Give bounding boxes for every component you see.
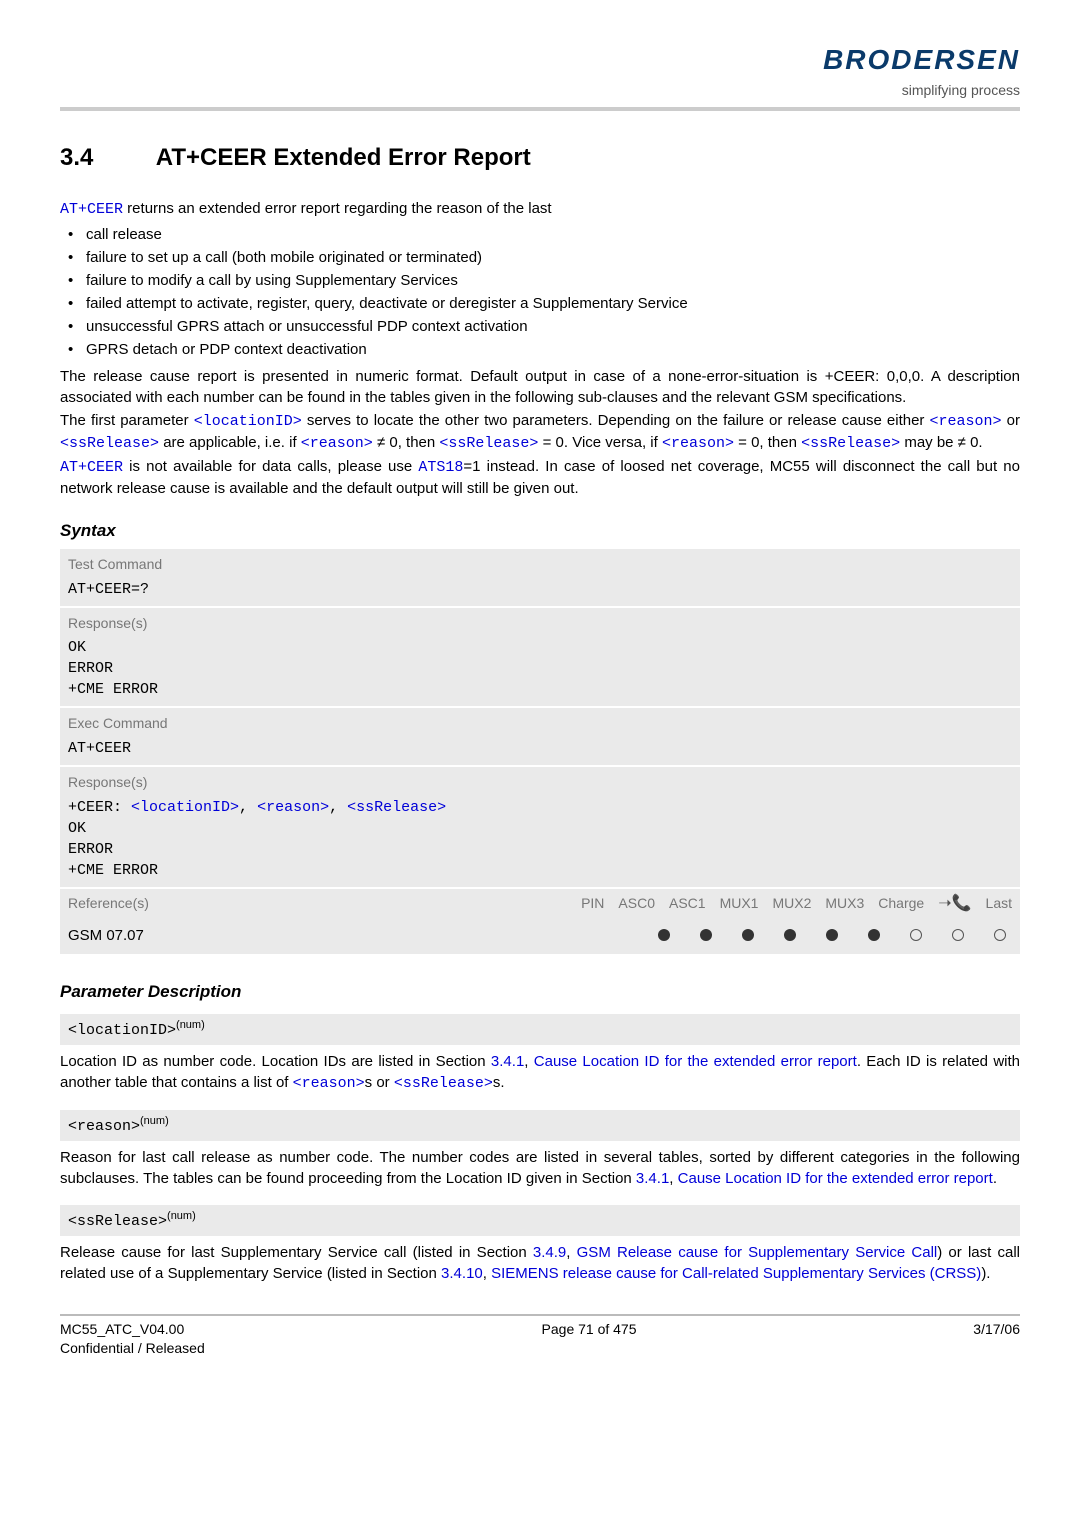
section-link-349[interactable]: 3.4.9 xyxy=(533,1244,566,1261)
section-link-siemens-release[interactable]: SIEMENS release cause for Call-related S… xyxy=(491,1265,981,1282)
page-footer: MC55_ATC_V04.00 Confidential / Released … xyxy=(60,1316,1020,1359)
param-locationid[interactable]: <locationID> xyxy=(131,799,239,816)
list-item: call release xyxy=(60,224,1020,245)
list-item: GPRS detach or PDP context deactivation xyxy=(60,339,1020,360)
support-dot-filled xyxy=(826,929,838,941)
param-reason[interactable]: <reason> xyxy=(293,1075,365,1092)
support-dot-open xyxy=(910,929,922,941)
intro-lead: AT+CEER returns an extended error report… xyxy=(60,198,1020,220)
test-command-label: Test Command xyxy=(60,549,1020,577)
param-ssrelease[interactable]: <ssRelease> xyxy=(801,435,900,452)
ref-col: ASC1 xyxy=(669,894,706,914)
reference-label: Reference(s) xyxy=(68,894,581,914)
logo-brand: BRODERSEN xyxy=(60,40,1020,79)
footer-center: Page 71 of 475 xyxy=(542,1320,637,1359)
param-ssrelease[interactable]: <ssRelease> xyxy=(347,799,446,816)
ref-col: MUX1 xyxy=(720,894,759,914)
cmd-atceer[interactable]: AT+CEER xyxy=(60,459,123,476)
param-ssrelease[interactable]: <ssRelease> xyxy=(394,1075,493,1092)
param-locationid-body: Location ID as number code. Location IDs… xyxy=(60,1051,1020,1094)
param-reason[interactable]: <reason> xyxy=(662,435,734,452)
list-item: failure to modify a call by using Supple… xyxy=(60,270,1020,291)
logo-tagline: simplifying process xyxy=(60,81,1020,101)
section-heading: 3.4 AT+CEER Extended Error Report xyxy=(60,141,1020,175)
support-dot-filled xyxy=(700,929,712,941)
ref-col: Last xyxy=(986,894,1012,914)
test-command-block: Test Command AT+CEER=? xyxy=(60,549,1020,606)
support-dot-open xyxy=(952,929,964,941)
intro-bullet-list: call release failure to set up a call (b… xyxy=(60,224,1020,360)
ref-col: ASC0 xyxy=(618,894,655,914)
intro-para-1: The release cause report is presented in… xyxy=(60,366,1020,408)
exec-command-block: Exec Command AT+CEER xyxy=(60,708,1020,765)
param-box-locationid: <locationID>(num) xyxy=(60,1014,1020,1045)
reference-value-row: GSM 07.07 xyxy=(60,919,1020,954)
support-dot-open xyxy=(994,929,1006,941)
section-link-gsm-release[interactable]: GSM Release cause for Supplementary Serv… xyxy=(577,1244,938,1261)
footer-right: 3/17/06 xyxy=(973,1320,1020,1359)
ref-col: PIN xyxy=(581,894,604,914)
response-code: OK ERROR +CME ERROR xyxy=(60,635,1020,706)
param-ssrelease-body: Release cause for last Supplementary Ser… xyxy=(60,1242,1020,1284)
param-ssrelease[interactable]: <ssRelease> xyxy=(439,435,538,452)
cmd-atceer[interactable]: AT+CEER xyxy=(60,201,123,218)
param-reason[interactable]: <reason> xyxy=(257,799,329,816)
reference-header-row: Reference(s) PIN ASC0 ASC1 MUX1 MUX2 MUX… xyxy=(60,889,1020,919)
param-ssrelease[interactable]: <ssRelease> xyxy=(60,435,159,452)
syntax-heading: Syntax xyxy=(60,519,1020,543)
section-link-3410[interactable]: 3.4.10 xyxy=(441,1265,483,1282)
section-title-text: AT+CEER Extended Error Report xyxy=(156,144,531,171)
ref-col: MUX2 xyxy=(772,894,811,914)
support-dot-filled xyxy=(784,929,796,941)
section-link-cause-location[interactable]: Cause Location ID for the extended error… xyxy=(534,1053,857,1070)
param-reason[interactable]: <reason> xyxy=(930,413,1002,430)
response-code-2: +CEER: <locationID>, <reason>, <ssReleas… xyxy=(60,795,1020,887)
support-dot-filled xyxy=(868,929,880,941)
phone-icon: ➝📞 xyxy=(938,893,971,915)
cmd-ats18[interactable]: ATS18 xyxy=(418,459,463,476)
support-dot-filled xyxy=(658,929,670,941)
section-link-341[interactable]: 3.4.1 xyxy=(636,1170,669,1187)
response-label: Response(s) xyxy=(60,608,1020,636)
list-item: unsuccessful GPRS attach or unsuccessful… xyxy=(60,316,1020,337)
test-command-code: AT+CEER=? xyxy=(60,577,1020,606)
list-item: failed attempt to activate, register, qu… xyxy=(60,293,1020,314)
exec-command-code: AT+CEER xyxy=(60,736,1020,765)
ref-col: MUX3 xyxy=(825,894,864,914)
section-link-cause-location[interactable]: Cause Location ID for the extended error… xyxy=(678,1170,993,1187)
response-label: Response(s) xyxy=(60,767,1020,795)
intro-para-3: AT+CEER is not available for data calls,… xyxy=(60,456,1020,499)
response-block-1: Response(s) OK ERROR +CME ERROR xyxy=(60,608,1020,707)
section-number: 3.4 xyxy=(60,141,150,175)
response-block-2: Response(s) +CEER: <locationID>, <reason… xyxy=(60,767,1020,887)
exec-command-label: Exec Command xyxy=(60,708,1020,736)
intro-para-2: The first parameter <locationID> serves … xyxy=(60,410,1020,454)
param-reason-body: Reason for last call release as number c… xyxy=(60,1147,1020,1189)
header-divider xyxy=(60,107,1020,111)
param-box-reason: <reason>(num) xyxy=(60,1110,1020,1141)
param-box-ssrelease: <ssRelease>(num) xyxy=(60,1205,1020,1236)
list-item: failure to set up a call (both mobile or… xyxy=(60,247,1020,268)
ref-col: Charge xyxy=(878,894,924,914)
support-dot-filled xyxy=(742,929,754,941)
param-desc-heading: Parameter Description xyxy=(60,980,1020,1004)
param-locationid[interactable]: <locationID> xyxy=(194,413,302,430)
footer-left: MC55_ATC_V04.00 Confidential / Released xyxy=(60,1320,205,1359)
section-link-341[interactable]: 3.4.1 xyxy=(491,1053,524,1070)
reference-value: GSM 07.07 xyxy=(68,925,658,946)
param-reason[interactable]: <reason> xyxy=(301,435,373,452)
logo-block: BRODERSEN simplifying process xyxy=(60,40,1020,101)
